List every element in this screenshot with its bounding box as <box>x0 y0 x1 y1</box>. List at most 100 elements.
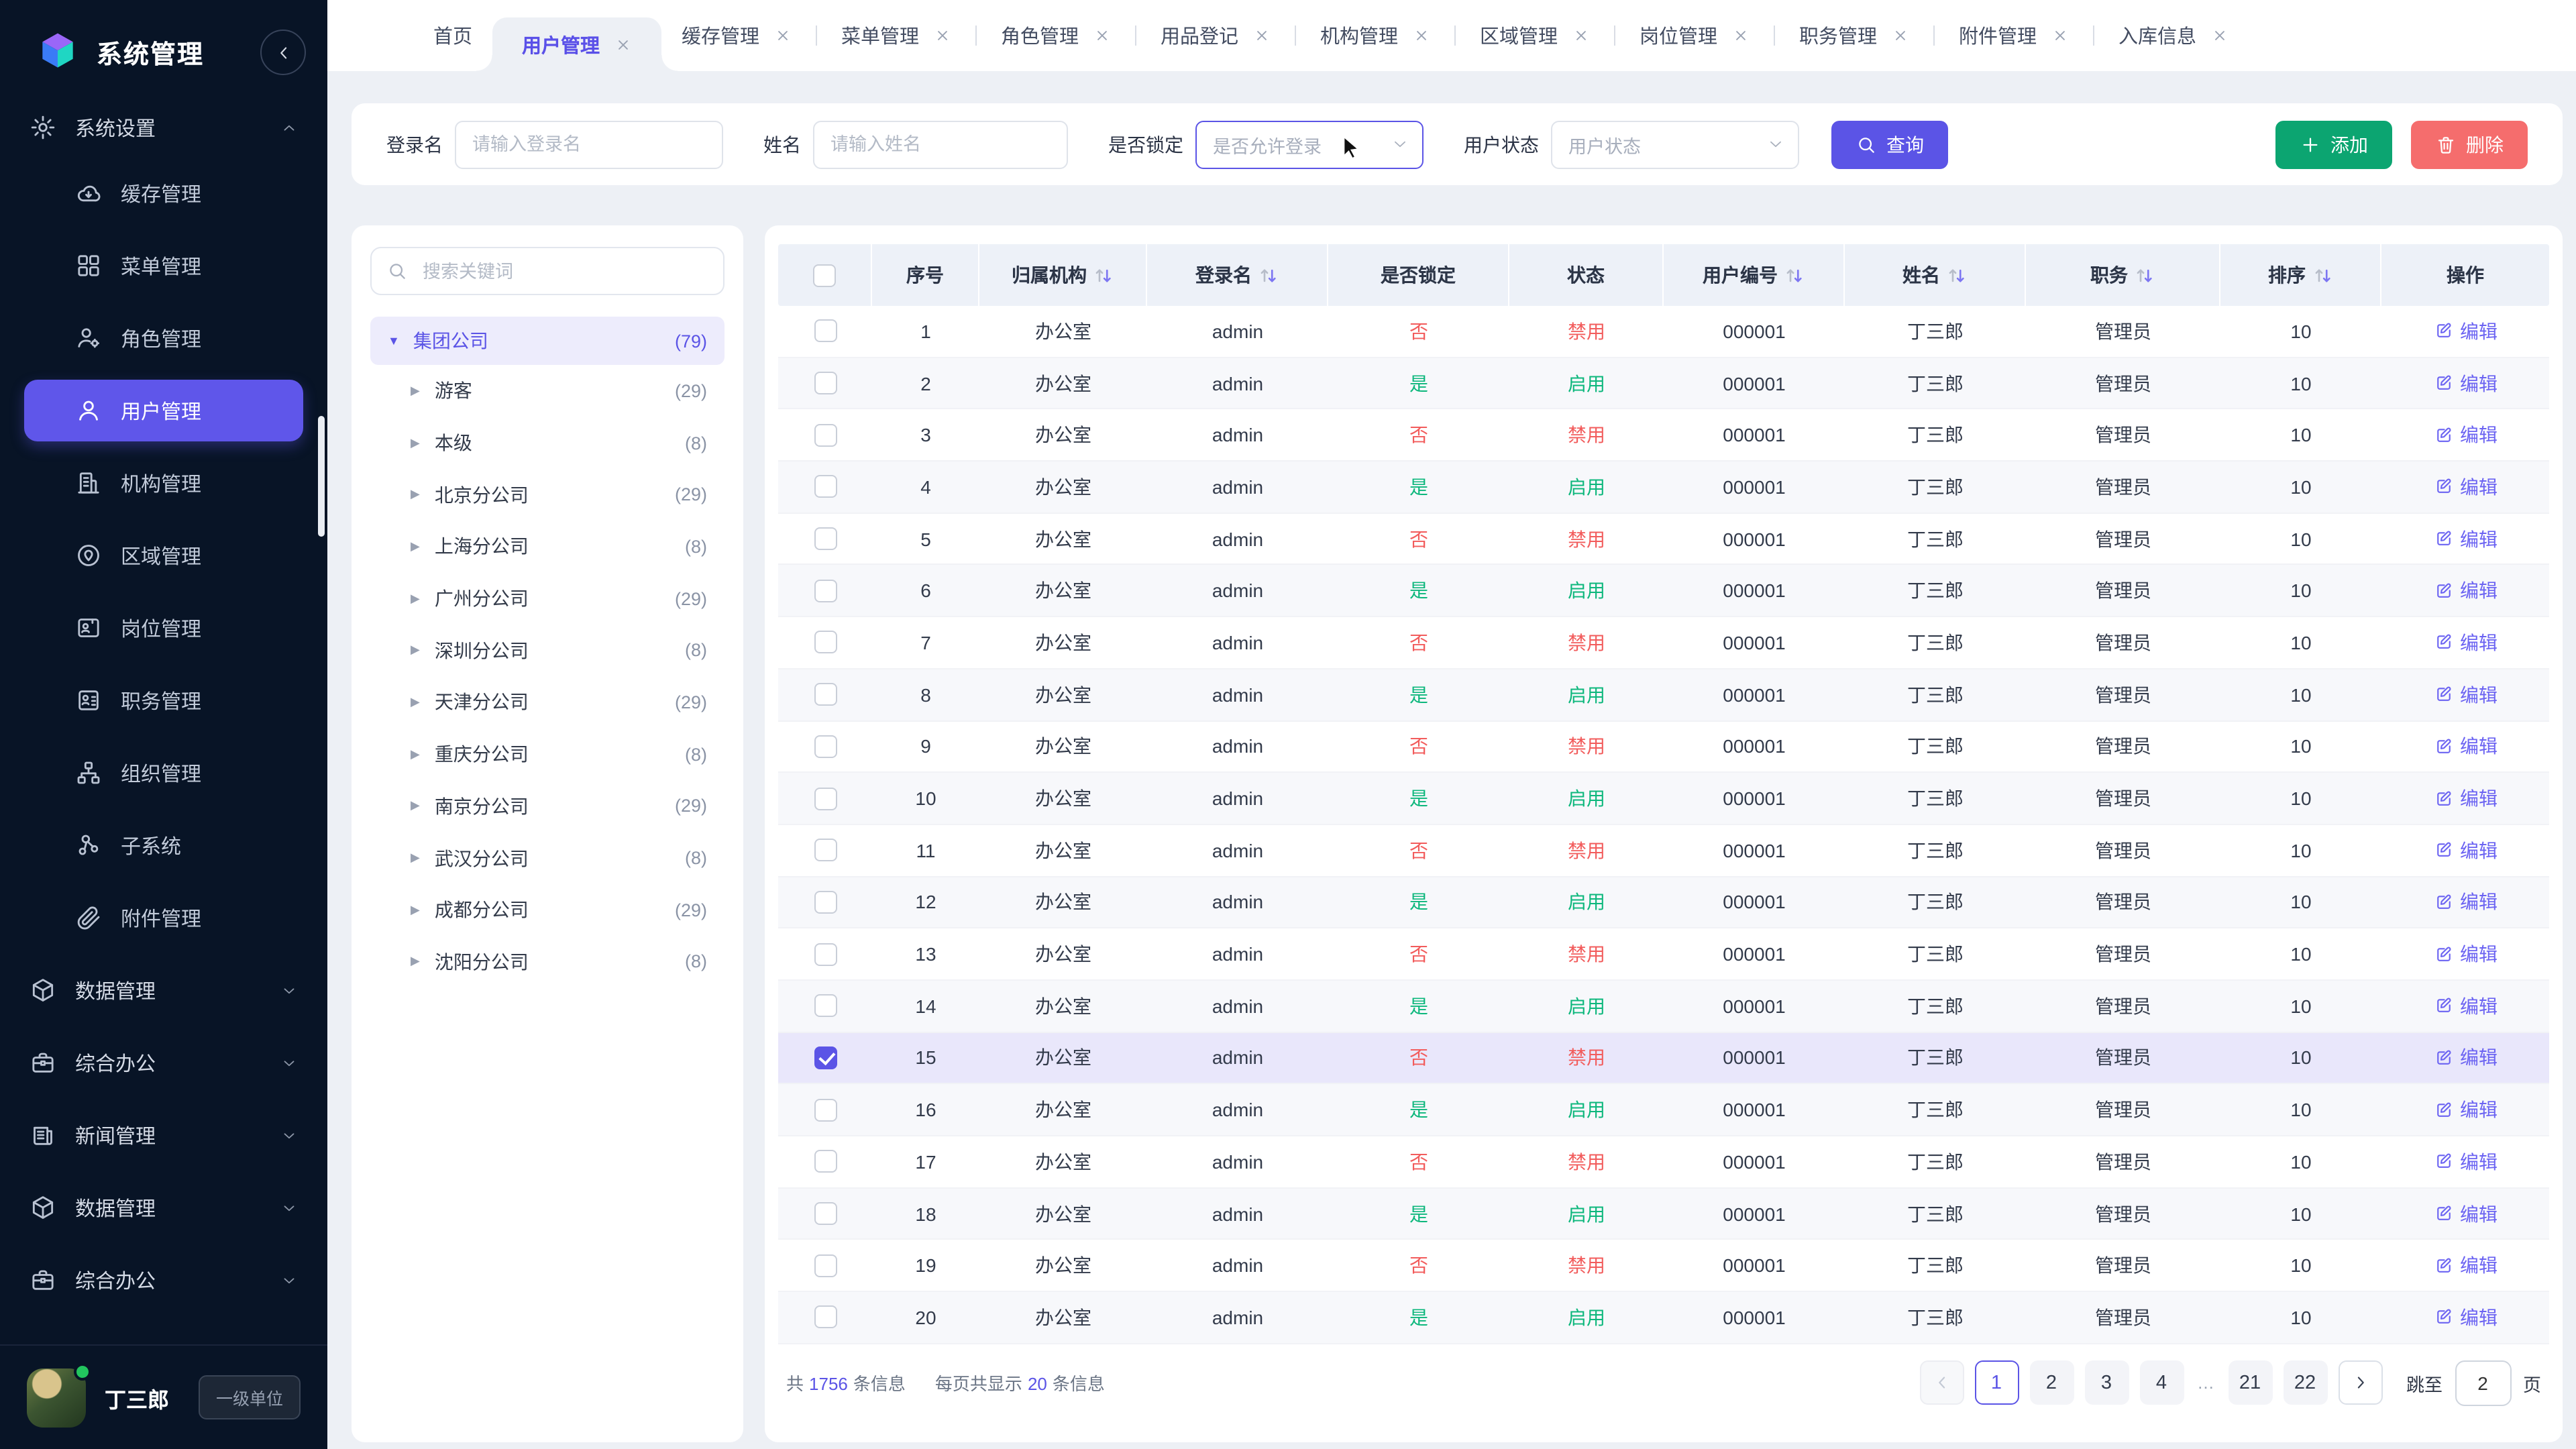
row-checkbox[interactable] <box>814 735 837 758</box>
row-checkbox[interactable] <box>814 476 837 498</box>
edit-button[interactable]: 编辑 <box>2433 1148 2498 1175</box>
sidebar-section-数据管理[interactable]: 数据管理 <box>0 954 327 1026</box>
column-header-姓名[interactable]: 姓名 <box>1845 244 2026 306</box>
column-header-归属机构[interactable]: 归属机构 <box>979 244 1147 306</box>
row-checkbox[interactable] <box>814 320 837 343</box>
tree-node-沈阳分公司[interactable]: ▶沈阳分公司(8) <box>370 936 724 987</box>
table-row[interactable]: 13办公室admin否禁用000001丁三郎管理员10编辑 <box>778 929 2549 981</box>
table-row[interactable]: 14办公室admin是启用000001丁三郎管理员10编辑 <box>778 981 2549 1032</box>
row-checkbox[interactable] <box>814 1254 837 1277</box>
caret-right-icon[interactable]: ▶ <box>411 591 420 606</box>
edit-button[interactable]: 编辑 <box>2433 1304 2498 1331</box>
edit-button[interactable]: 编辑 <box>2433 941 2498 967</box>
edit-button[interactable]: 编辑 <box>2433 629 2498 656</box>
table-row[interactable]: 10办公室admin是启用000001丁三郎管理员10编辑 <box>778 773 2549 824</box>
row-checkbox[interactable] <box>814 631 837 654</box>
edit-button[interactable]: 编辑 <box>2433 318 2498 345</box>
edit-button[interactable]: 编辑 <box>2433 1200 2498 1227</box>
table-row[interactable]: 17办公室admin否禁用000001丁三郎管理员10编辑 <box>778 1136 2549 1188</box>
close-icon[interactable] <box>1572 27 1590 44</box>
sidebar-section-新闻管理[interactable]: 新闻管理 <box>0 1099 327 1171</box>
sidebar-item-岗位管理[interactable]: 岗位管理 <box>0 592 327 664</box>
tab-附件管理[interactable]: 附件管理 <box>1939 0 2089 71</box>
row-checkbox[interactable] <box>814 1202 837 1225</box>
sidebar-item-子系统[interactable]: 子系统 <box>0 809 327 881</box>
close-icon[interactable] <box>1253 27 1271 44</box>
close-icon[interactable] <box>1413 27 1430 44</box>
table-row[interactable]: 15办公室admin否禁用000001丁三郎管理员10编辑 <box>778 1032 2549 1084</box>
tree-node-本级[interactable]: ▶本级(8) <box>370 417 724 468</box>
close-icon[interactable] <box>934 27 951 44</box>
tab-角色管理[interactable]: 角色管理 <box>981 0 1131 71</box>
tab-职务管理[interactable]: 职务管理 <box>1779 0 1929 71</box>
sidebar-item-区域管理[interactable]: 区域管理 <box>0 519 327 592</box>
tab-菜单管理[interactable]: 菜单管理 <box>821 0 971 71</box>
row-checkbox[interactable] <box>814 891 837 914</box>
caret-right-icon[interactable]: ▶ <box>411 695 420 710</box>
edit-button[interactable]: 编辑 <box>2433 785 2498 812</box>
sidebar-section-综合办公[interactable]: 综合办公 <box>0 1244 327 1316</box>
sidebar-item-机构管理[interactable]: 机构管理 <box>0 447 327 519</box>
lock-filter-select[interactable]: 是否允许登录 <box>1195 120 1424 168</box>
sidebar-section-系统设置[interactable]: 系统设置 <box>0 98 327 157</box>
sidebar-section-综合办公[interactable]: 综合办公 <box>0 1026 327 1099</box>
row-checkbox[interactable] <box>814 423 837 446</box>
edit-button[interactable]: 编辑 <box>2433 837 2498 863</box>
tree-node-武汉分公司[interactable]: ▶武汉分公司(8) <box>370 832 724 883</box>
table-row[interactable]: 9办公室admin否禁用000001丁三郎管理员10编辑 <box>778 721 2549 773</box>
tree-node-上海分公司[interactable]: ▶上海分公司(8) <box>370 521 724 572</box>
table-row[interactable]: 8办公室admin是启用000001丁三郎管理员10编辑 <box>778 669 2549 721</box>
tab-岗位管理[interactable]: 岗位管理 <box>1619 0 1770 71</box>
tree-node-北京分公司[interactable]: ▶北京分公司(29) <box>370 469 724 521</box>
sort-icon[interactable] <box>2306 265 2332 285</box>
sidebar-section-数据管理[interactable]: 数据管理 <box>0 1171 327 1244</box>
page-button-22[interactable]: 22 <box>2283 1361 2327 1405</box>
edit-button[interactable]: 编辑 <box>2433 733 2498 760</box>
page-button-21[interactable]: 21 <box>2228 1361 2272 1405</box>
close-icon[interactable] <box>774 27 792 44</box>
table-row[interactable]: 1办公室admin否禁用000001丁三郎管理员10编辑 <box>778 306 2549 358</box>
login-name-input[interactable] <box>455 120 723 168</box>
table-row[interactable]: 7办公室admin否禁用000001丁三郎管理员10编辑 <box>778 617 2549 669</box>
page-button-2[interactable]: 2 <box>2029 1361 2074 1405</box>
edit-button[interactable]: 编辑 <box>2433 421 2498 448</box>
table-row[interactable]: 19办公室admin否禁用000001丁三郎管理员10编辑 <box>778 1240 2549 1292</box>
sort-icon[interactable] <box>1087 265 1114 285</box>
caret-right-icon[interactable]: ▶ <box>411 643 420 658</box>
row-checkbox[interactable] <box>814 580 837 602</box>
row-checkbox[interactable] <box>814 683 837 706</box>
sort-icon[interactable] <box>1940 265 1967 285</box>
table-row[interactable]: 4办公室admin是启用000001丁三郎管理员10编辑 <box>778 462 2549 513</box>
row-checkbox[interactable] <box>814 1150 837 1173</box>
page-button-1[interactable]: 1 <box>1974 1361 2019 1405</box>
caret-right-icon[interactable]: ▶ <box>411 384 420 398</box>
table-row[interactable]: 2办公室admin是启用000001丁三郎管理员10编辑 <box>778 358 2549 409</box>
name-input[interactable] <box>813 120 1068 168</box>
page-button-3[interactable]: 3 <box>2084 1361 2129 1405</box>
edit-button[interactable]: 编辑 <box>2433 578 2498 604</box>
caret-right-icon[interactable]: ▶ <box>411 799 420 814</box>
column-header-排序[interactable]: 排序 <box>2220 244 2381 306</box>
table-row[interactable]: 6办公室admin是启用000001丁三郎管理员10编辑 <box>778 566 2549 617</box>
column-header-登录名[interactable]: 登录名 <box>1147 244 1328 306</box>
tab-入库信息[interactable]: 入库信息 <box>2098 0 2249 71</box>
tree-node-root[interactable]: ▼ 集团公司 (79) <box>370 317 724 365</box>
row-checkbox[interactable] <box>814 839 837 861</box>
page-button-4[interactable]: 4 <box>2139 1361 2184 1405</box>
edit-button[interactable]: 编辑 <box>2433 993 2498 1020</box>
tree-search-input[interactable] <box>420 260 708 282</box>
caret-right-icon[interactable]: ▶ <box>411 955 420 969</box>
tab-区域管理[interactable]: 区域管理 <box>1460 0 1610 71</box>
caret-down-icon[interactable]: ▼ <box>388 334 400 347</box>
close-icon[interactable] <box>1093 27 1111 44</box>
caret-right-icon[interactable]: ▶ <box>411 851 420 865</box>
column-header-用户编号[interactable]: 用户编号 <box>1664 244 1845 306</box>
tab-机构管理[interactable]: 机构管理 <box>1300 0 1450 71</box>
row-checkbox[interactable] <box>814 787 837 810</box>
row-checkbox[interactable] <box>814 372 837 394</box>
sidebar-item-组织管理[interactable]: 组织管理 <box>0 737 327 809</box>
prev-page-button[interactable] <box>1919 1361 1964 1405</box>
caret-right-icon[interactable]: ▶ <box>411 435 420 450</box>
caret-right-icon[interactable]: ▶ <box>411 747 420 761</box>
table-row[interactable]: 12办公室admin是启用000001丁三郎管理员10编辑 <box>778 877 2549 928</box>
